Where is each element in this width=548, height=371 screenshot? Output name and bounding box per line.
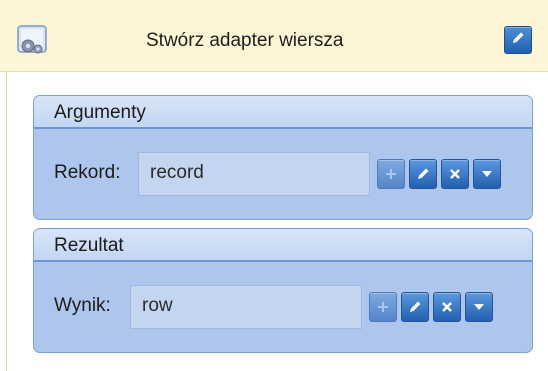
edit-result-button[interactable] <box>401 292 429 322</box>
record-label: Rekord: <box>54 162 121 183</box>
activity-header: Stwórz adapter wiersza <box>0 0 548 72</box>
dropdown-arrow-icon <box>480 167 494 181</box>
result-dropdown-button[interactable] <box>465 292 493 322</box>
close-icon <box>440 300 454 314</box>
add-icon <box>376 300 390 314</box>
clear-record-button[interactable] <box>441 159 469 189</box>
activity-title: Stwórz adapter wiersza <box>146 30 344 51</box>
pencil-icon <box>415 166 431 182</box>
edit-record-button[interactable] <box>409 159 437 189</box>
add-record-button[interactable] <box>377 159 405 189</box>
add-result-button[interactable] <box>369 292 397 322</box>
result-input[interactable]: row <box>130 285 362 329</box>
edit-activity-button[interactable] <box>504 26 532 54</box>
dropdown-arrow-icon <box>472 300 486 314</box>
pencil-icon <box>407 299 423 315</box>
result-label: Wynik: <box>54 295 111 316</box>
add-icon <box>384 167 398 181</box>
result-group: Rezultat Wynik: row <box>33 228 533 353</box>
clear-result-button[interactable] <box>433 292 461 322</box>
record-input[interactable]: record <box>138 152 370 196</box>
record-dropdown-button[interactable] <box>473 159 501 189</box>
close-icon <box>448 167 462 181</box>
arguments-group-title: Argumenty <box>54 102 146 123</box>
panel-left-border <box>6 72 7 371</box>
activity-gear-icon <box>16 24 50 56</box>
arguments-group: Argumenty Rekord: record <box>33 95 533 220</box>
activity-panel: Stwórz adapter wiersza Argumenty Rekord:… <box>0 0 548 371</box>
result-group-title: Rezultat <box>54 235 124 256</box>
pencil-icon <box>510 30 526 51</box>
result-group-header: Rezultat <box>34 229 532 262</box>
arguments-group-header: Argumenty <box>34 96 532 129</box>
